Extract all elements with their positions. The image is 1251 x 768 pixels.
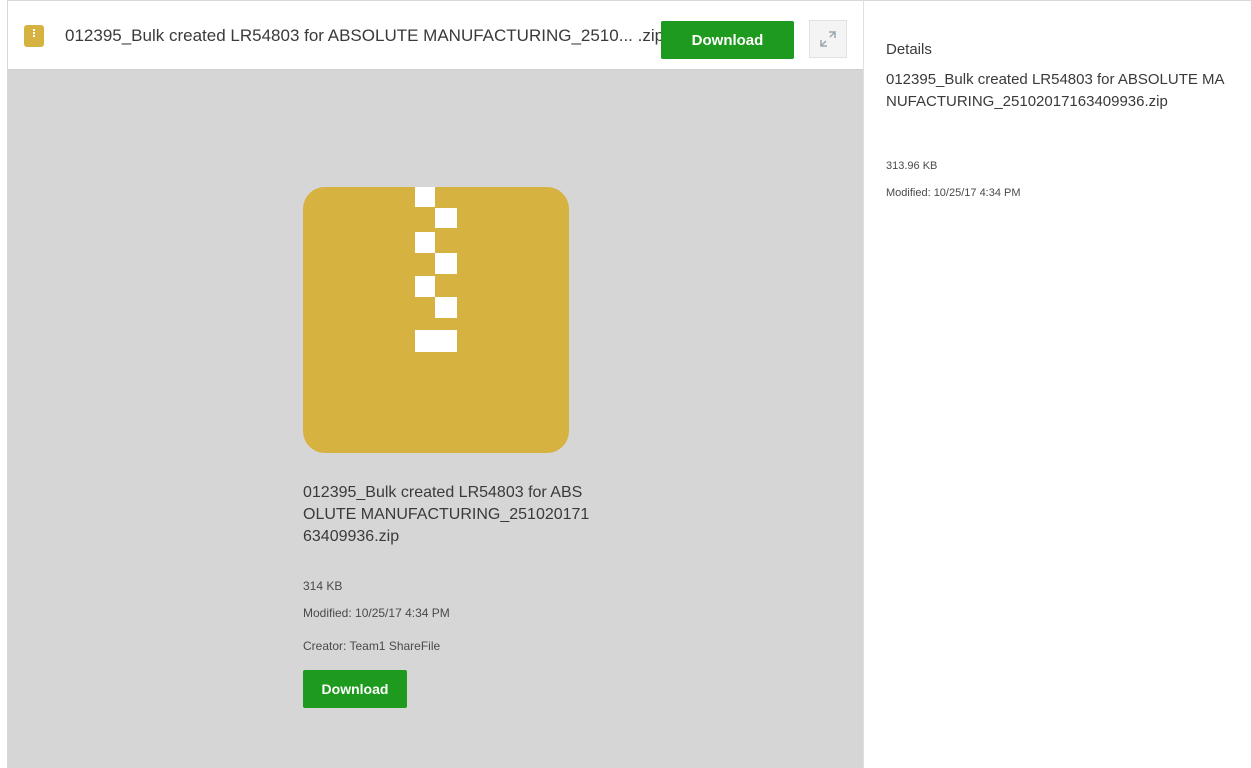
expand-button[interactable] [809,20,847,58]
preview-modified-date: Modified: 10/25/17 4:34 PM [303,606,450,620]
zip-file-icon [24,25,44,47]
preview-download-button[interactable]: Download [303,670,407,708]
viewer-header: 012395_Bulk created LR54803 for ABSOLUTE… [8,0,863,70]
header-download-button[interactable]: Download [661,21,794,59]
details-heading: Details [886,41,932,58]
details-modified-date: Modified: 10/25/17 4:34 PM [886,187,1021,199]
details-panel: Details 012395_Bulk created LR54803 for … [863,0,1251,768]
expand-arrows-icon [820,31,836,47]
preview-creator: Creator: Team1 ShareFile [303,639,441,653]
file-title: 012395_Bulk created LR54803 for ABSOLUTE… [65,26,665,45]
details-file-size: 313.96 KB [886,160,938,172]
details-filename: 012395_Bulk created LR54803 for ABSOLUTE… [886,71,1225,110]
preview-filename: 012395_Bulk created LR54803 for ABSOLUTE… [303,484,590,545]
preview-file-size: 314 KB [303,579,343,593]
window-left-edge [0,0,8,768]
file-preview-viewer: 012395_Bulk created LR54803 for ABSOLUTE… [8,0,863,768]
zip-archive-icon [303,187,569,453]
